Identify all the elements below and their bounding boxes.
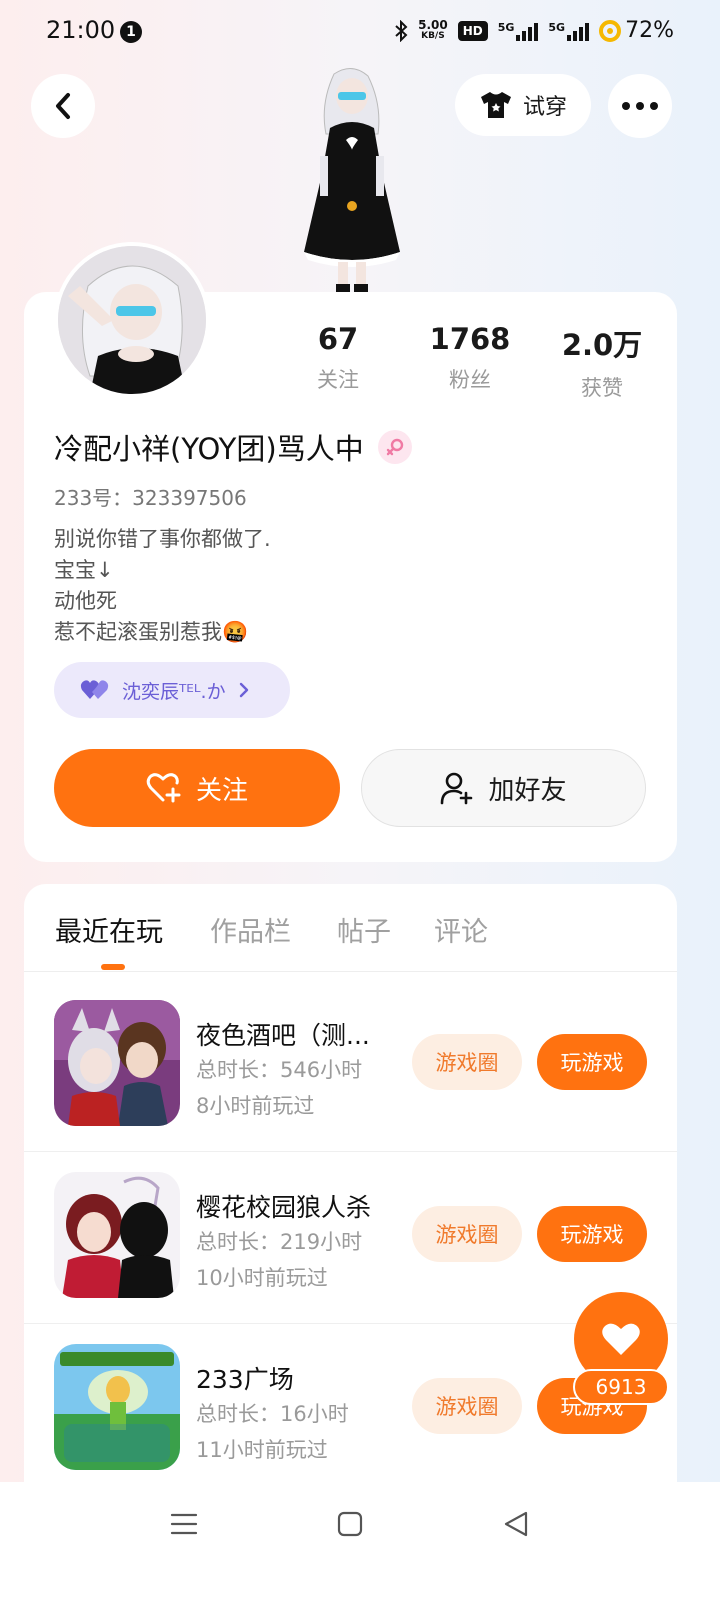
game-circle-button[interactable]: 游戏圈 <box>412 1378 522 1434</box>
add-friend-button[interactable]: 加好友 <box>361 749 646 827</box>
tab-recent-played[interactable]: 最近在玩 <box>55 910 163 949</box>
profile-tabs: 最近在玩 作品栏 帖子 评论 <box>24 884 677 972</box>
bio-line: 别说你错了事你都做了. <box>54 527 271 551</box>
play-game-button[interactable]: 玩游戏 <box>537 1034 647 1090</box>
active-tab-indicator <box>101 964 125 970</box>
more-icon <box>622 102 658 110</box>
home-icon[interactable] <box>336 1510 364 1538</box>
game-duration: 总时长：16小时 <box>196 1402 349 1426</box>
status-time: 21:00 <box>46 16 116 44</box>
stat-likes-label: 获赞 <box>581 376 623 400</box>
back-button[interactable] <box>31 74 95 138</box>
follow-label: 关注 <box>195 775 248 806</box>
profile-name-row: 冷配小祥(YOY团)骂人中 <box>54 426 412 468</box>
battery-indicator: 72% <box>599 18 674 43</box>
notification-count-badge: 1 <box>120 21 142 43</box>
game-icon-image <box>54 1172 180 1298</box>
games-section: 最近在玩 作品栏 帖子 评论 夜色酒吧（测... 总时长：546小时 8小时前玩… <box>24 884 677 1524</box>
game-title: 夜色酒吧（测... <box>196 1021 370 1050</box>
heart-icon <box>602 1323 640 1355</box>
status-bar: 21:00 1 5.00 KB/S HD 5G 5G 72% <box>0 0 720 64</box>
avatar-figure-image <box>286 64 418 294</box>
play-game-button[interactable]: 玩游戏 <box>537 1206 647 1262</box>
stat-likes[interactable]: 2.0万 获赞 <box>547 322 657 402</box>
battery-icon <box>599 19 622 42</box>
bio-line: 惹不起滚蛋别惹我🤬 <box>54 620 249 644</box>
stat-likes-value: 2.0万 <box>561 328 643 362</box>
signal-icon-1: 5G <box>498 21 539 41</box>
system-nav-bar <box>0 1482 720 1612</box>
stat-following-value: 67 <box>317 322 359 356</box>
game-icon-image <box>54 1344 180 1470</box>
stat-following[interactable]: 67 关注 <box>283 322 393 394</box>
game-row[interactable]: 夜色酒吧（测... 总时长：546小时 8小时前玩过 游戏圈 玩游戏 <box>24 980 677 1152</box>
bio-line: 动他死 <box>54 589 117 613</box>
add-friend-label: 加好友 <box>488 775 567 806</box>
profile-bio: 别说你错了事你都做了. 宝宝↓ 动他死 惹不起滚蛋别惹我🤬 <box>54 524 271 648</box>
bluetooth-icon <box>395 19 408 42</box>
tab-posts[interactable]: 帖子 <box>337 910 391 949</box>
game-circle-button[interactable]: 游戏圈 <box>412 1034 522 1090</box>
cp-relationship-pill[interactable]: 沈奕辰ᵀᴱᴸ.か <box>54 662 290 718</box>
cp-name: 沈奕辰ᵀᴱᴸ.か <box>122 680 226 703</box>
chevron-right-icon <box>239 682 248 698</box>
game-row[interactable]: 樱花校园狼人杀 总时长：219小时 10小时前玩过 游戏圈 玩游戏 <box>24 1152 677 1324</box>
tab-works[interactable]: 作品栏 <box>210 910 291 949</box>
stat-followers[interactable]: 1768 粉丝 <box>415 322 525 394</box>
add-user-icon <box>441 772 473 805</box>
signal-icon-2: 5G <box>548 21 590 41</box>
tab-comments[interactable]: 评论 <box>434 910 488 949</box>
chevron-left-icon <box>56 93 70 119</box>
double-heart-icon <box>80 680 109 699</box>
game-last-played: 8小时前玩过 <box>196 1094 315 1118</box>
game-circle-button[interactable]: 游戏圈 <box>412 1206 522 1262</box>
like-count: 6913 <box>573 1369 669 1405</box>
follow-button[interactable]: 关注 <box>54 749 340 827</box>
game-duration: 总时长：219小时 <box>196 1230 363 1254</box>
status-icons: 5.00 KB/S HD 5G 5G 72% <box>394 18 674 43</box>
tshirt-icon <box>480 92 511 118</box>
user-id: 233号：323397506 <box>54 486 247 510</box>
network-speed: 5.00 KB/S <box>418 17 448 41</box>
menu-icon[interactable] <box>170 1510 198 1538</box>
stat-following-label: 关注 <box>317 368 359 392</box>
game-title: 樱花校园狼人杀 <box>196 1193 372 1222</box>
profile-avatar[interactable] <box>54 242 210 398</box>
try-on-button[interactable]: 试穿 <box>455 74 591 136</box>
back-nav-icon[interactable] <box>502 1510 530 1538</box>
try-on-label: 试穿 <box>522 95 567 120</box>
more-options-button[interactable] <box>608 74 672 138</box>
game-last-played: 10小时前玩过 <box>196 1266 328 1290</box>
game-last-played: 11小时前玩过 <box>196 1438 328 1462</box>
game-duration: 总时长：546小时 <box>196 1058 363 1082</box>
stat-followers-value: 1768 <box>429 322 511 356</box>
game-title: 233广场 <box>196 1365 294 1394</box>
bio-line: 宝宝↓ <box>54 558 114 582</box>
game-icon-image <box>54 1000 180 1126</box>
heart-plus-icon <box>146 773 181 803</box>
profile-name: 冷配小祥(YOY团)骂人中 <box>54 432 364 466</box>
stat-followers-label: 粉丝 <box>449 368 491 392</box>
hd-icon: HD <box>457 20 488 41</box>
female-icon <box>377 430 412 464</box>
